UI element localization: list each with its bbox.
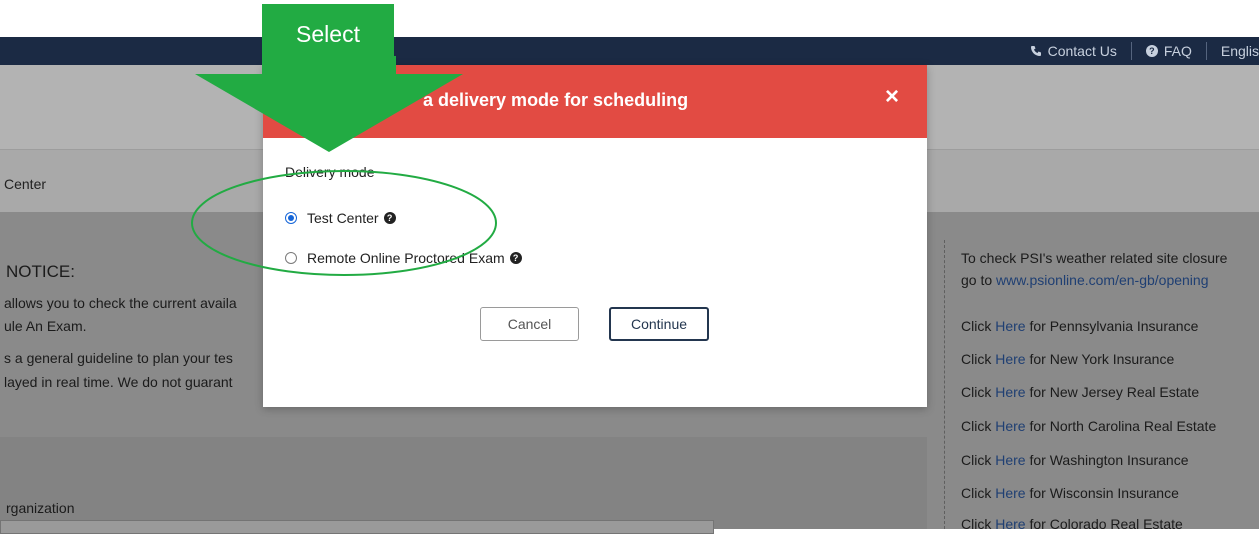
link-description: for Wisconsin Insurance — [1025, 485, 1179, 501]
notice-text: layed in real time. We do not guarant — [4, 374, 233, 390]
sidebar-link-row: Click Here for Wisconsin Insurance — [961, 485, 1179, 501]
faq-label: FAQ — [1163, 43, 1192, 59]
here-link[interactable]: Here — [995, 418, 1025, 434]
search-form-panel — [0, 437, 927, 529]
down-arrow-annotation — [195, 56, 463, 152]
highlight-ellipse-annotation — [191, 170, 497, 276]
sidebar-link-row: Click Here for New York Insurance — [961, 351, 1174, 367]
weather-notice-line: go to www.psionline.com/en-gb/opening — [961, 272, 1209, 288]
here-link[interactable]: Here — [995, 452, 1025, 468]
sidebar-link-row: Click Here for Washington Insurance — [961, 452, 1189, 468]
select-callout-label: Select — [296, 21, 360, 47]
link-description: for Washington Insurance — [1025, 452, 1189, 468]
here-link[interactable]: Here — [995, 318, 1025, 334]
notice-heading: NOTICE: — [6, 262, 75, 281]
cancel-button[interactable]: Cancel — [480, 307, 579, 341]
sidebar-link-row: Click Here for North Carolina Real Estat… — [961, 418, 1216, 434]
faq-link[interactable]: ? FAQ — [1132, 43, 1206, 59]
contact-us-link[interactable]: Contact Us — [1016, 43, 1131, 59]
here-link[interactable]: Here — [995, 485, 1025, 501]
top-nav-bar: Contact Us ? FAQ Englis — [0, 37, 1259, 65]
language-selector[interactable]: Englis — [1207, 43, 1259, 59]
notice-text: allows you to check the current availa — [4, 295, 237, 311]
contact-us-label: Contact Us — [1047, 43, 1117, 59]
weather-notice-text: To check PSI's weather related site clos… — [961, 250, 1228, 266]
click-text: Click — [961, 384, 996, 400]
click-text: Click — [961, 485, 996, 501]
continue-button[interactable]: Continue — [609, 307, 709, 341]
top-nav: Contact Us ? FAQ Englis — [1016, 37, 1259, 65]
close-icon[interactable]: × — [885, 85, 899, 109]
click-text: Click — [961, 318, 996, 334]
select-callout: Select — [262, 4, 394, 60]
sidebar-divider — [944, 240, 945, 529]
notice-text: s a general guideline to plan your tes — [4, 350, 233, 366]
here-link[interactable]: Here — [995, 516, 1025, 532]
here-link[interactable]: Here — [995, 351, 1025, 367]
notice-text: ule An Exam. — [4, 318, 87, 334]
click-text: Click — [961, 418, 996, 434]
sidebar-link-row: Click Here for Colorado Real Estate — [961, 516, 1183, 532]
language-label: Englis — [1220, 43, 1259, 59]
click-text: Click — [961, 452, 996, 468]
link-description: for Colorado Real Estate — [1025, 516, 1183, 532]
sidebar-link-row: Click Here for Pennsylvania Insurance — [961, 318, 1198, 334]
phone-icon — [1030, 46, 1041, 56]
here-link[interactable]: Here — [995, 384, 1025, 400]
weather-prefix: go to — [961, 272, 997, 288]
help-circle-icon[interactable]: ? — [509, 252, 522, 264]
link-description: for New Jersey Real Estate — [1025, 384, 1200, 400]
sidebar-link-row: Click Here for New Jersey Real Estate — [961, 384, 1199, 400]
breadcrumb: Center — [4, 176, 47, 192]
link-description: for North Carolina Real Estate — [1025, 418, 1217, 434]
click-text: Click — [961, 351, 996, 367]
question-circle-icon: ? — [1145, 45, 1158, 57]
link-description: for Pennsylvania Insurance — [1025, 318, 1199, 334]
organization-label: rganization — [6, 500, 75, 516]
organization-select[interactable] — [0, 520, 714, 534]
link-description: for New York Insurance — [1025, 351, 1175, 367]
click-text: Click — [961, 516, 996, 532]
weather-link[interactable]: www.psionline.com/en-gb/opening — [996, 272, 1208, 288]
